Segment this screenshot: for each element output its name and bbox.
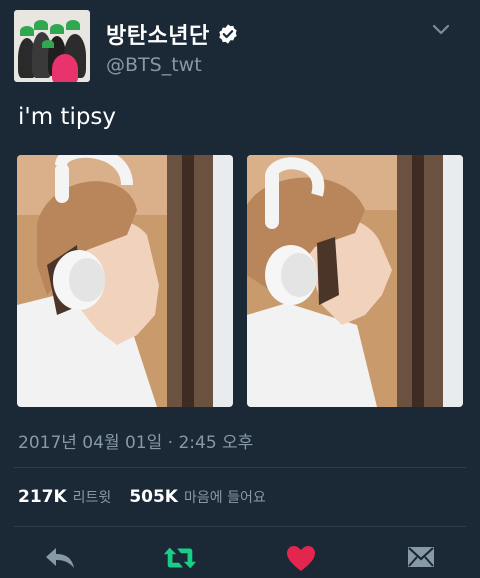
likes-label[interactable]: 마음에 들어요 xyxy=(184,487,266,507)
direct-message-icon xyxy=(408,547,434,567)
chevron-down-icon[interactable] xyxy=(432,22,450,36)
tweet-card: 방탄소년단 @BTS_twt i'm tipsy 2017년 04월 01일 ·… xyxy=(0,0,480,578)
photo-image xyxy=(17,155,233,407)
retweet-icon xyxy=(163,547,197,569)
retweets-label[interactable]: 리트윗 xyxy=(73,487,112,507)
reply-icon xyxy=(46,548,74,568)
tweet-photo-2[interactable] xyxy=(247,155,463,407)
retweet-button[interactable] xyxy=(163,543,197,573)
verified-badge-icon xyxy=(218,24,237,44)
user-name-row[interactable]: 방탄소년단 xyxy=(106,18,239,50)
display-name[interactable]: 방탄소년단 xyxy=(106,18,210,50)
heart-icon xyxy=(287,545,315,571)
user-handle[interactable]: @BTS_twt xyxy=(106,54,202,76)
divider xyxy=(14,526,466,527)
tweet-stats: 217K 리트윗 505K 마음에 들어요 xyxy=(18,487,284,507)
likes-count[interactable]: 505K xyxy=(129,487,178,507)
direct-message-button[interactable] xyxy=(404,543,438,573)
user-avatar[interactable] xyxy=(14,10,90,82)
retweets-count[interactable]: 217K xyxy=(18,487,67,507)
photo-image xyxy=(247,155,463,407)
like-button[interactable] xyxy=(284,543,318,573)
tweet-photo-1[interactable] xyxy=(17,155,233,407)
divider xyxy=(14,467,466,468)
tweet-timestamp: 2017년 04월 01일 · 2:45 오후 xyxy=(18,433,254,453)
tweet-text: i'm tipsy xyxy=(18,104,117,130)
reply-button[interactable] xyxy=(43,543,77,573)
